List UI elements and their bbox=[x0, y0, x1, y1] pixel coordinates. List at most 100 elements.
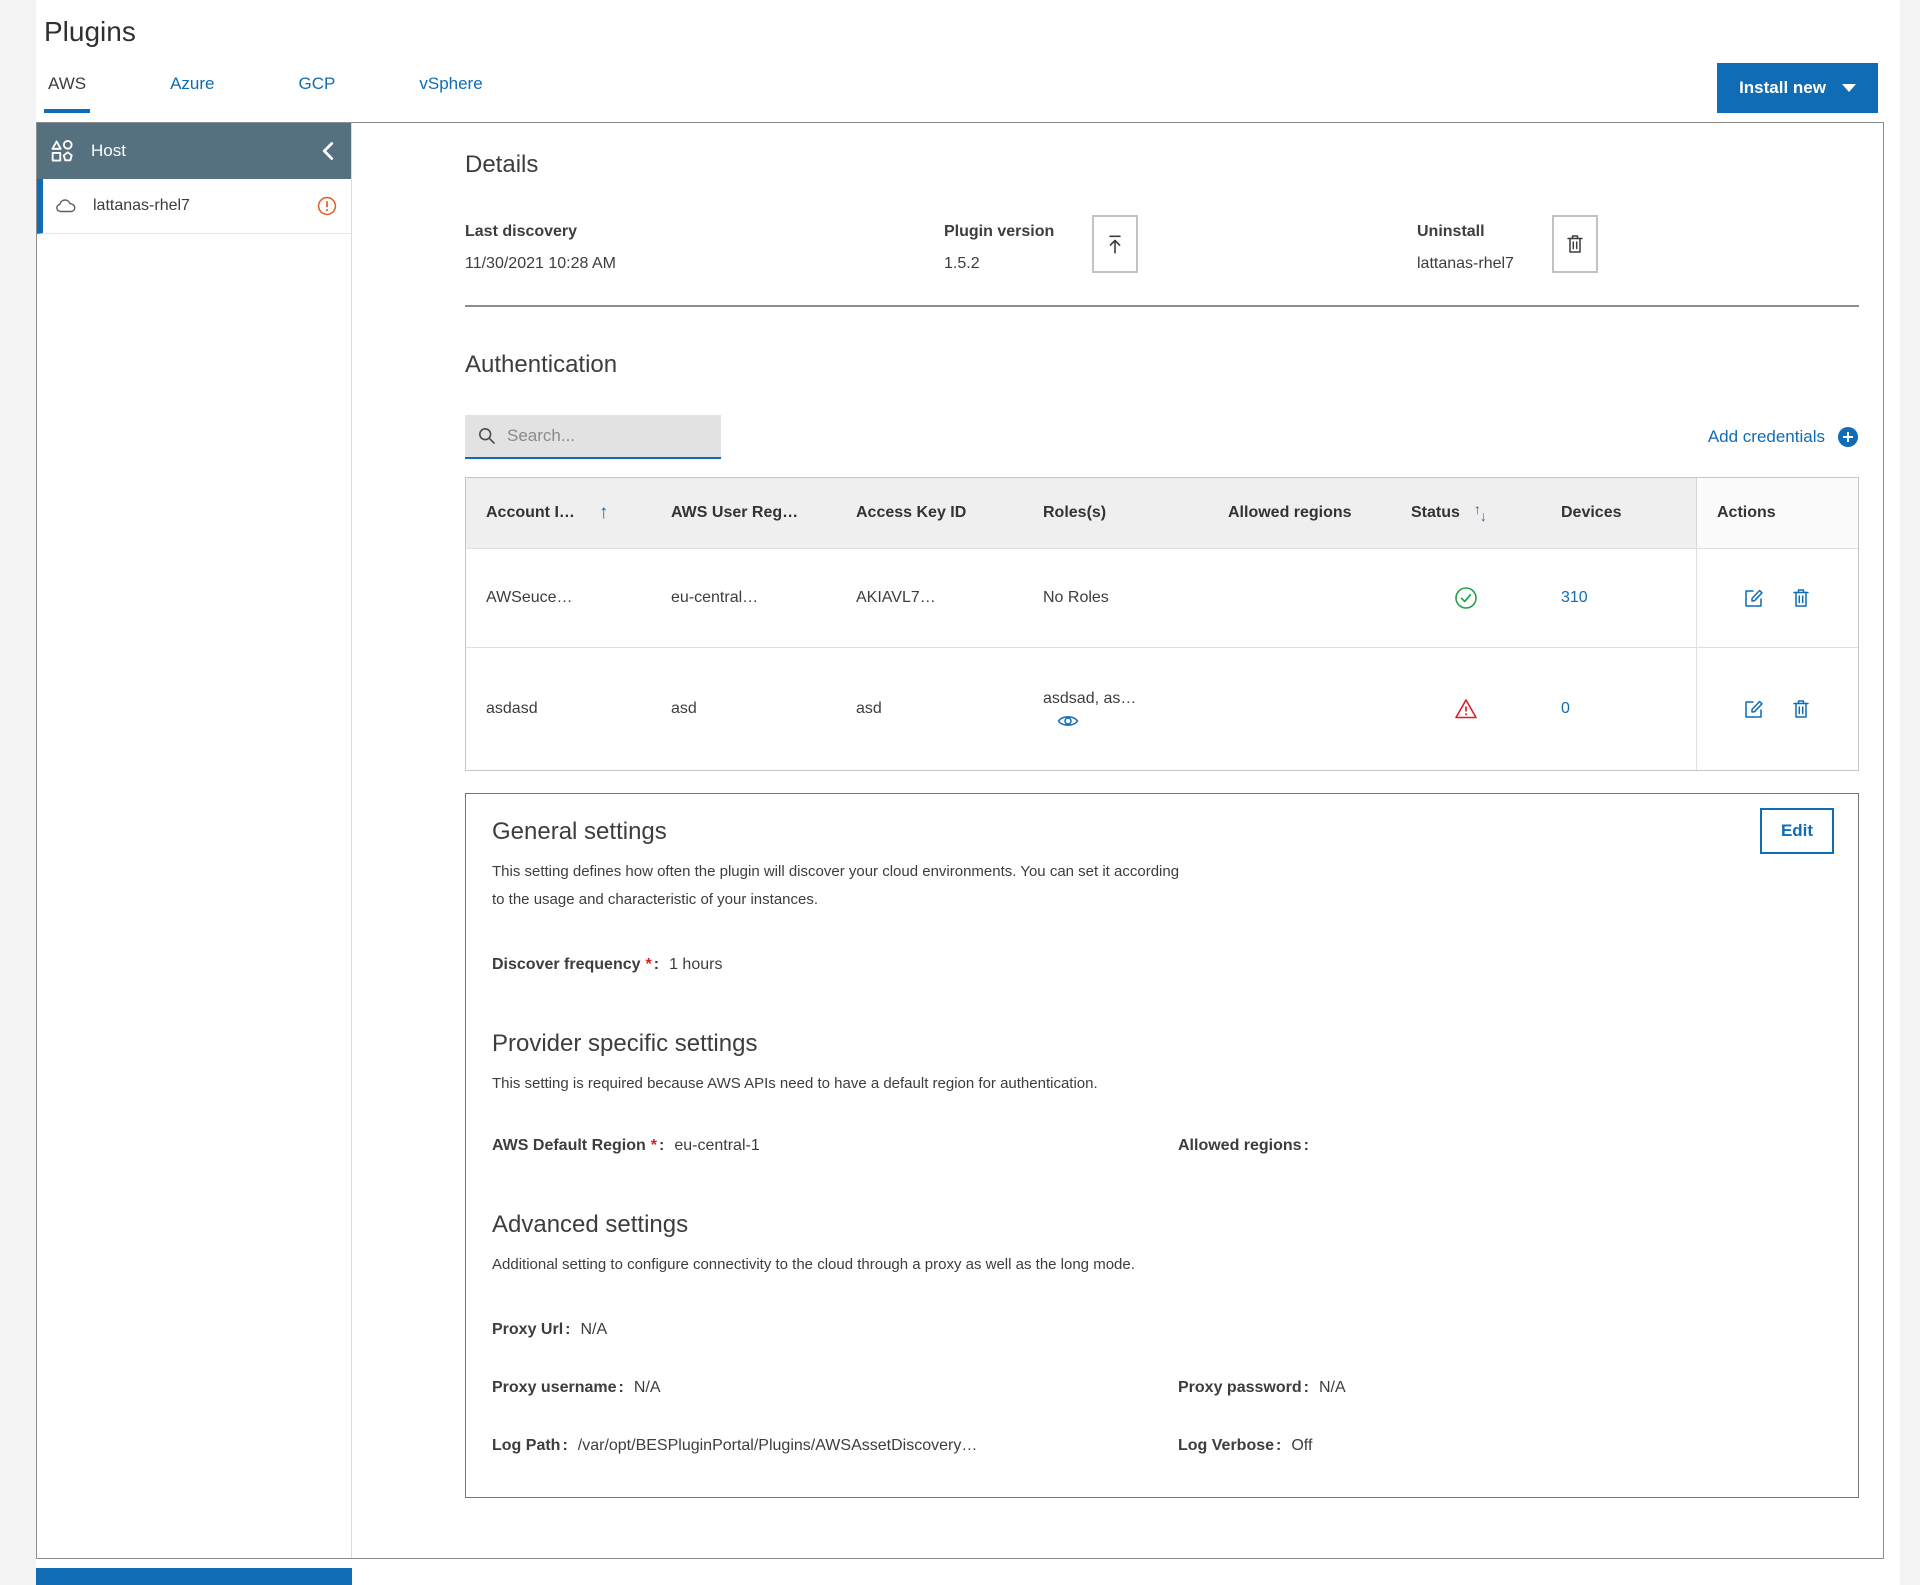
uninstall-field: Uninstall lattanas-rhel7 bbox=[1417, 223, 1598, 273]
cell-user-region: eu-central… bbox=[651, 549, 836, 647]
edit-icon bbox=[1743, 698, 1765, 720]
provider-settings-heading: Provider specific settings bbox=[492, 1030, 1832, 1058]
advanced-settings-description: Additional setting to configure connecti… bbox=[492, 1251, 1182, 1279]
proxy-username-value: N/A bbox=[634, 1379, 661, 1396]
discover-frequency-value: 1 hours bbox=[669, 956, 722, 973]
advanced-settings-heading: Advanced settings bbox=[492, 1211, 1832, 1239]
check-circle-icon bbox=[1454, 586, 1478, 610]
discover-frequency-field: Discover frequency*:1 hours bbox=[492, 956, 1832, 974]
col-header-user-region: AWS User Reg… bbox=[651, 478, 836, 548]
cell-account: AWSeuce… bbox=[466, 549, 651, 647]
log-path-field: Log Path:/var/opt/BESPluginPortal/Plugin… bbox=[492, 1437, 1178, 1455]
edit-settings-button[interactable]: Edit bbox=[1760, 808, 1834, 854]
col-header-allowed-regions: Allowed regions bbox=[1208, 478, 1391, 548]
sort-ascending-icon: ↑ bbox=[599, 502, 609, 524]
last-discovery-value: 11/30/2021 10:28 AM bbox=[465, 255, 616, 273]
uninstall-value: lattanas-rhel7 bbox=[1417, 255, 1514, 273]
tab-azure[interactable]: Azure bbox=[166, 74, 218, 113]
cloud-icon bbox=[55, 198, 77, 214]
aws-default-region-value: eu-central-1 bbox=[674, 1137, 759, 1154]
settings-card: Edit General settings This setting defin… bbox=[465, 793, 1859, 1498]
cell-allowed-regions bbox=[1208, 549, 1391, 647]
tab-bar: AWS Azure GCP vSphere bbox=[44, 74, 487, 113]
cell-access-key: asd bbox=[836, 648, 1023, 770]
cell-devices: 310 bbox=[1541, 549, 1696, 647]
devices-link[interactable]: 310 bbox=[1561, 589, 1588, 607]
uninstall-label: Uninstall bbox=[1417, 223, 1514, 241]
eye-icon[interactable] bbox=[1057, 713, 1079, 729]
uninstall-plugin-button[interactable] bbox=[1552, 215, 1598, 273]
credentials-table-header: Account I… ↑ AWS User Reg… Access Key ID… bbox=[466, 478, 1858, 548]
sidebar-header-label: Host bbox=[91, 141, 305, 161]
table-row: AWSeuce… eu-central… AKIAVL7… No Roles bbox=[466, 548, 1858, 647]
proxy-url-value: N/A bbox=[580, 1321, 607, 1338]
trash-icon bbox=[1791, 587, 1811, 609]
details-panel: Details Last discovery 11/30/2021 10:28 … bbox=[352, 123, 1883, 1558]
col-header-access-key: Access Key ID bbox=[836, 478, 1023, 548]
col-header-status[interactable]: Status ↑↓ bbox=[1391, 478, 1541, 548]
chevron-left-icon[interactable] bbox=[321, 141, 335, 161]
aws-default-region-field: AWS Default Region*:eu-central-1 bbox=[492, 1137, 1178, 1155]
sidebar-footer-bar bbox=[36, 1568, 352, 1585]
log-verbose-field: Log Verbose:Off bbox=[1178, 1437, 1832, 1455]
install-new-button[interactable]: Install new bbox=[1717, 63, 1878, 113]
trash-icon bbox=[1565, 233, 1585, 255]
col-header-roles: Roles(s) bbox=[1023, 478, 1208, 548]
credentials-table-body: AWSeuce… eu-central… AKIAVL7… No Roles bbox=[466, 548, 1858, 770]
cell-status bbox=[1391, 549, 1541, 647]
cell-user-region: asd bbox=[651, 648, 836, 770]
edit-credential-button[interactable] bbox=[1743, 698, 1765, 720]
sidebar-item-host[interactable]: lattanas-rhel7 bbox=[37, 179, 351, 234]
search-box bbox=[465, 415, 721, 459]
plugin-version-label: Plugin version bbox=[944, 223, 1054, 241]
cell-actions bbox=[1696, 549, 1858, 647]
credentials-table: Account I… ↑ AWS User Reg… Access Key ID… bbox=[465, 477, 1859, 771]
details-heading: Details bbox=[465, 151, 1859, 179]
general-settings-heading: General settings bbox=[492, 818, 1832, 846]
page-title: Plugins bbox=[44, 16, 136, 48]
sidebar: Host lattanas-rhel7 bbox=[37, 123, 352, 1558]
provider-settings-description: This setting is required because AWS API… bbox=[492, 1070, 1182, 1098]
delete-credential-button[interactable] bbox=[1791, 587, 1811, 609]
proxy-url-field: Proxy Url:N/A bbox=[492, 1321, 1832, 1339]
plugin-version-field: Plugin version 1.5.2 bbox=[944, 223, 1417, 273]
col-header-devices: Devices bbox=[1541, 478, 1696, 548]
warning-triangle-icon bbox=[1454, 698, 1478, 720]
proxy-password-value: N/A bbox=[1319, 1379, 1346, 1396]
cell-access-key: AKIAVL7… bbox=[836, 549, 1023, 647]
section-divider bbox=[465, 305, 1859, 307]
last-discovery-label: Last discovery bbox=[465, 223, 616, 241]
upgrade-plugin-button[interactable] bbox=[1092, 215, 1138, 273]
content-container: Host lattanas-rhel7 bbox=[36, 122, 1884, 1559]
proxy-password-field: Proxy password:N/A bbox=[1178, 1379, 1832, 1397]
proxy-username-field: Proxy username:N/A bbox=[492, 1379, 1178, 1397]
table-row: asdasd asd asd asdsad, as… bbox=[466, 647, 1858, 770]
cell-devices: 0 bbox=[1541, 648, 1696, 770]
sort-both-icon: ↑↓ bbox=[1474, 505, 1487, 521]
upload-icon bbox=[1104, 232, 1126, 256]
edit-icon bbox=[1743, 587, 1765, 609]
details-row: Last discovery 11/30/2021 10:28 AM Plugi… bbox=[465, 223, 1859, 273]
trash-icon bbox=[1791, 698, 1811, 720]
devices-link[interactable]: 0 bbox=[1561, 700, 1570, 718]
cell-roles: asdsad, as… bbox=[1023, 648, 1208, 770]
caret-down-icon bbox=[1842, 84, 1856, 92]
tab-aws[interactable]: AWS bbox=[44, 74, 90, 113]
tab-gcp[interactable]: GCP bbox=[295, 74, 340, 113]
add-credentials-label: Add credentials bbox=[1708, 427, 1825, 447]
add-circle-icon bbox=[1837, 426, 1859, 448]
col-header-account[interactable]: Account I… ↑ bbox=[466, 478, 651, 548]
cell-account: asdasd bbox=[466, 648, 651, 770]
edit-credential-button[interactable] bbox=[1743, 587, 1765, 609]
add-credentials-button[interactable]: Add credentials bbox=[1708, 426, 1859, 448]
col-header-actions: Actions bbox=[1696, 478, 1858, 548]
cell-roles: No Roles bbox=[1023, 549, 1208, 647]
log-path-value: /var/opt/BESPluginPortal/Plugins/AWSAsse… bbox=[578, 1437, 978, 1454]
search-icon bbox=[477, 426, 497, 446]
install-new-label: Install new bbox=[1739, 78, 1826, 98]
general-settings-description: This setting defines how often the plugi… bbox=[492, 858, 1182, 914]
delete-credential-button[interactable] bbox=[1791, 698, 1811, 720]
authentication-heading: Authentication bbox=[465, 351, 1859, 379]
tab-vsphere[interactable]: vSphere bbox=[415, 74, 486, 113]
search-input[interactable] bbox=[507, 426, 709, 446]
